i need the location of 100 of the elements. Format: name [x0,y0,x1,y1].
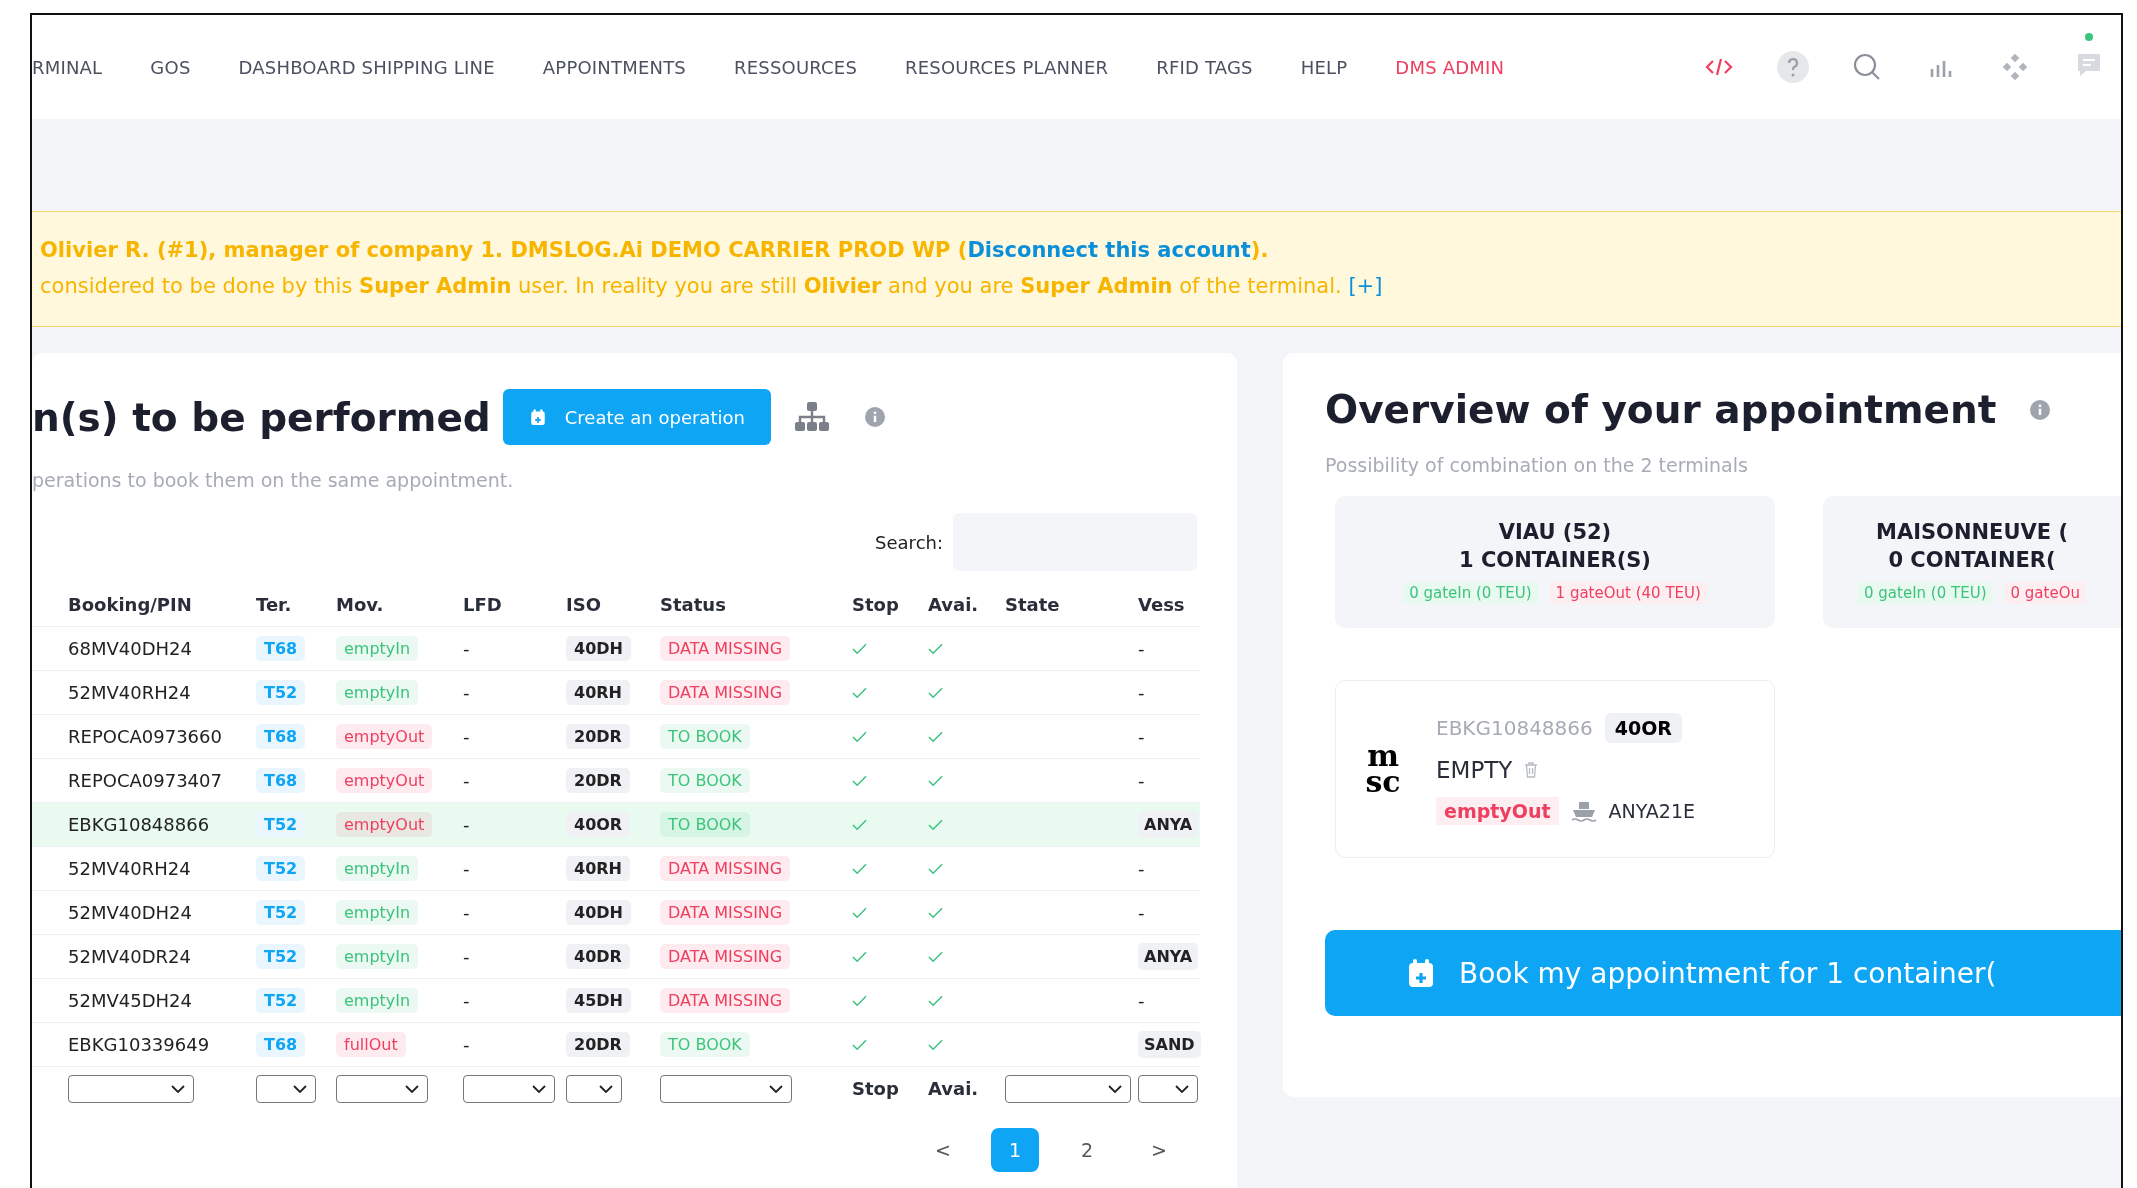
page-button[interactable]: > [1135,1128,1183,1172]
nav-item[interactable]: GOS [150,56,191,78]
status-tag: TO BOOK [660,1032,750,1057]
column-header[interactable]: Vess [1138,594,1185,615]
section-title: n(s) to be performed [32,394,491,440]
checkmark-icon [928,643,943,655]
booking-cell: 52MV40DH24 [68,902,192,923]
checkmark-icon [928,907,943,919]
iso-tag: 40RH [566,856,630,881]
iso-tag: 40DH [566,636,631,661]
iso-tag: 45DH [566,988,631,1013]
filter-dropdown[interactable] [463,1074,555,1103]
terminal-tag: T52 [256,812,306,837]
page-button[interactable]: < [919,1128,967,1172]
vessel-cell: - [1138,990,1145,1011]
checkmark-icon [852,863,867,875]
lfd-cell: - [463,814,470,835]
table-row[interactable]: REPOCA0973660 T68 emptyOut - 20DR TO BOOK - [32,714,1200,758]
table-row[interactable]: 52MV40RH24 T52 emptyIn - 40RH DATA MISSING - [32,846,1200,890]
checkmark-icon [928,819,943,831]
impersonation-explanation: considered to be done by this Super Admin user. In reality you are still Olivier and you are Super Admin of the terminal. [40,274,1342,298]
vessel-cell: - [1138,726,1145,747]
checkmark-icon [928,951,943,963]
container-count: 0 CONTAINER( [1888,548,2056,572]
terminal-name: VIAU (52) [1498,520,1612,544]
column-header[interactable]: Avai. [928,594,979,615]
movement-tag: emptyOut [336,724,433,749]
page-button[interactable]: 2 [1063,1128,1111,1172]
nav-item[interactable]: APPOINTMENTS [542,56,686,78]
checkmark-icon [928,1039,943,1051]
impersonation-notice: Olivier R. (#1), manager of company 1. DMSLOG.Ai DEMO CARRIER PROD WP (Disconnect this account). [40,237,1270,264]
status-tag: TO BOOK [660,812,750,837]
nav-item[interactable]: DASHBOARD SHIPPING LINE [238,56,495,78]
nav-item[interactable]: DMS ADMIN [1395,56,1505,78]
hierarchy-icon[interactable] [792,400,831,434]
filter-dropdown[interactable] [1138,1074,1198,1103]
checkmark-icon [852,1039,867,1051]
nav-item[interactable]: RFID TAGS [1156,56,1253,78]
container-count: 1 CONTAINER(S) [1459,548,1651,572]
filter-dropdown[interactable] [1005,1074,1131,1103]
movement-tag: emptyIn [336,636,419,661]
table-row[interactable]: 68MV40DH24 T68 emptyIn - 40DH DATA MISSING - [32,626,1200,670]
chevron-down-icon [599,1084,613,1093]
booking-cell: 52MV40RH24 [68,682,191,703]
iso-tag: 20DR [566,1032,630,1057]
table-row[interactable]: EBKG10848866 T52 emptyOut - 40OR TO BOOK ANYA [32,802,1200,846]
table-row[interactable]: 52MV40DR24 T52 emptyIn - 40DR DATA MISSING ANYA [32,934,1200,978]
checkmark-icon [928,775,943,787]
filter-dropdown[interactable] [68,1074,194,1103]
movement-tag: emptyIn [336,944,419,969]
checkmark-icon [852,995,867,1007]
terminal-tag: T52 [256,944,306,969]
booking-number: EBKG10848866 [1436,716,1593,740]
column-header[interactable]: Mov. [336,594,384,615]
movement-tag: emptyOut [1436,797,1559,825]
status-tag: TO BOOK [660,724,750,749]
nav-item[interactable]: HELP [1300,56,1348,78]
table-row[interactable]: 52MV40RH24 T52 emptyIn - 40RH DATA MISSING - [32,670,1200,714]
checkmark-icon [928,863,943,875]
table-row[interactable]: EBKG10339649 T68 fullOut - 20DR TO BOOK SAND [32,1022,1200,1066]
table-row[interactable]: 52MV40DH24 T52 emptyIn - 40DH DATA MISSING - [32,890,1200,934]
column-header[interactable]: Ter. [256,594,292,615]
vessel-cell: - [1138,902,1145,923]
vessel-name: ANYA21E [1608,800,1696,822]
ship-icon [1570,800,1597,822]
checkmark-icon [852,907,867,919]
column-header[interactable]: Booking/PIN [68,594,192,615]
booking-cell: EBKG10339649 [68,1034,210,1055]
iso-tag: 20DR [566,768,630,793]
filter-dropdown[interactable] [660,1074,792,1103]
vessel-cell: - [1138,770,1145,791]
iso-tag: 20DR [566,724,630,749]
checkmark-icon [852,643,867,655]
nav-item[interactable]: RMINAL [32,56,103,78]
column-header[interactable]: LFD [463,594,502,615]
filter-dropdown[interactable] [256,1074,316,1103]
booking-cell: 52MV40RH24 [68,858,191,879]
table-row[interactable]: 52MV45DH24 T52 emptyIn - 45DH DATA MISSING - [32,978,1200,1022]
booking-cell: 68MV40DH24 [68,638,192,659]
column-header[interactable]: State [1005,594,1060,615]
booking-cell: REPOCA0973660 [68,726,222,747]
movement-tag: emptyOut [336,768,433,793]
column-header[interactable]: ISO [566,594,601,615]
terminal-tag: T52 [256,680,306,705]
checkmark-icon [928,731,943,743]
filter-dropdown[interactable] [566,1074,622,1103]
terminal-tag: T52 [256,900,306,925]
nav-item[interactable]: RESSOURCES [734,56,858,78]
checkmark-icon [928,687,943,699]
movement-tag: emptyIn [336,900,419,925]
status-tag: DATA MISSING [660,680,791,705]
nav-item[interactable]: RESOURCES PLANNER [905,56,1109,78]
help-icon[interactable] [1775,49,1811,85]
vessel-cell: - [1138,638,1145,659]
status-tag: DATA MISSING [660,988,791,1013]
column-header[interactable]: Stop [852,594,899,615]
status-tag: TO BOOK [660,768,750,793]
filter-dropdown[interactable] [336,1074,428,1103]
filter-label: Stop [852,1078,899,1099]
column-header[interactable]: Status [660,594,726,615]
